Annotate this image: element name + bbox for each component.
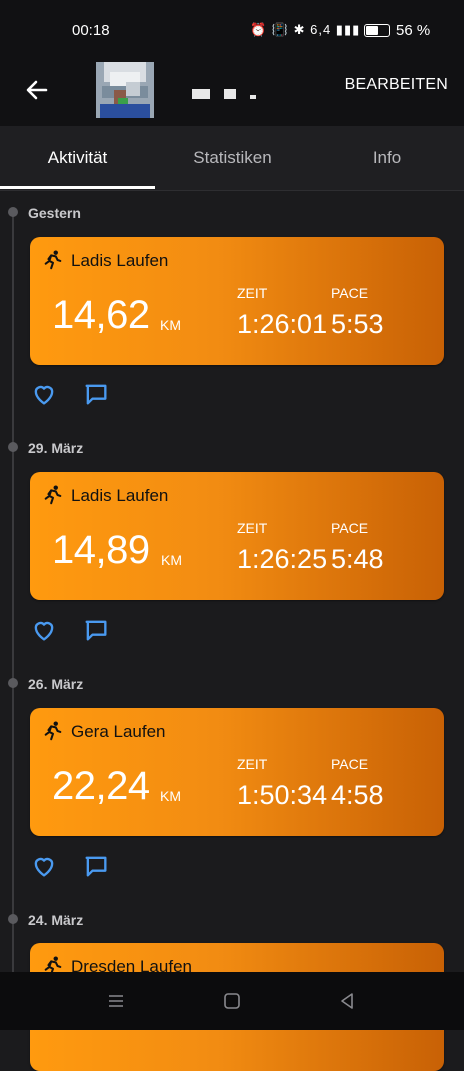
pace-label: PACE [331, 756, 369, 772]
comment-icon[interactable] [82, 852, 110, 880]
running-icon [44, 250, 62, 270]
activity-distance: 14,89 [52, 528, 150, 572]
back-icon[interactable] [336, 990, 358, 1012]
app-header: BEARBEITEN [0, 62, 464, 126]
system-nav-bar [0, 972, 464, 1030]
battery-icon [364, 24, 390, 37]
timeline-line [12, 212, 14, 992]
like-heart-icon[interactable] [30, 852, 58, 880]
like-heart-icon[interactable] [30, 616, 58, 644]
time-label: ZEIT [237, 520, 268, 536]
date-label: 29. März [28, 440, 84, 456]
timeline-dot [8, 678, 18, 688]
battery-percent: 56 % [396, 22, 431, 39]
time-label: ZEIT [237, 756, 268, 772]
battery-level [366, 26, 378, 35]
activity-card[interactable]: Gera Laufen 22,24 KM ZEIT 1:50:34 PACE 4… [30, 708, 444, 836]
activity-title: Ladis Laufen [71, 251, 169, 270]
status-icons: ⏰ 📳 ✱ 6,4 ▮▮▮ [250, 22, 361, 37]
activity-title: Gera Laufen [71, 722, 166, 741]
timeline-dot [8, 442, 18, 452]
status-bar: 00:18 ⏰ 📳 ✱ 6,4 ▮▮▮ 56 % [0, 0, 464, 62]
activity-distance: 14,62 [52, 293, 150, 337]
tab-statistics[interactable]: Statistiken [155, 148, 310, 168]
home-icon[interactable] [221, 990, 243, 1012]
tab-bar: Aktivität Statistiken Info [0, 126, 464, 191]
activity-card[interactable]: Ladis Laufen 14,89 KM ZEIT 1:26:25 PACE … [30, 472, 444, 600]
time-label: ZEIT [237, 285, 268, 301]
activity-distance: 22,24 [52, 764, 150, 808]
activity-pace: 5:48 [331, 544, 384, 574]
date-label: 26. März [28, 676, 84, 692]
activity-card[interactable]: Ladis Laufen 14,62 KM ZEIT 1:26:01 PACE … [30, 237, 444, 365]
comment-icon[interactable] [82, 380, 110, 408]
pace-label: PACE [331, 285, 369, 301]
menu-icon[interactable] [105, 990, 127, 1012]
activity-time: 1:26:25 [237, 544, 328, 574]
tab-activity[interactable]: Aktivität [0, 148, 155, 168]
activity-pace: 4:58 [331, 780, 384, 810]
running-icon [44, 721, 62, 741]
running-icon [44, 485, 62, 505]
distance-unit: KM [161, 552, 182, 568]
timeline-dot [8, 207, 18, 217]
date-label: Gestern [28, 205, 81, 221]
back-arrow-icon[interactable] [22, 75, 52, 105]
activity-title: Ladis Laufen [71, 486, 169, 505]
edit-button[interactable]: BEARBEITEN [345, 76, 448, 94]
tab-info[interactable]: Info [310, 148, 464, 168]
pace-label: PACE [331, 520, 369, 536]
active-tab-indicator [0, 186, 155, 189]
activity-time: 1:26:01 [237, 309, 328, 339]
status-time: 00:18 [72, 22, 110, 39]
like-heart-icon[interactable] [30, 380, 58, 408]
comment-icon[interactable] [82, 616, 110, 644]
timeline-dot [8, 914, 18, 924]
activity-pace: 5:53 [331, 309, 384, 339]
profile-name-pixelated [192, 86, 270, 104]
avatar[interactable] [96, 62, 154, 118]
activity-time: 1:50:34 [237, 780, 328, 810]
distance-unit: KM [160, 317, 181, 333]
date-label: 24. März [28, 912, 84, 928]
distance-unit: KM [160, 788, 181, 804]
